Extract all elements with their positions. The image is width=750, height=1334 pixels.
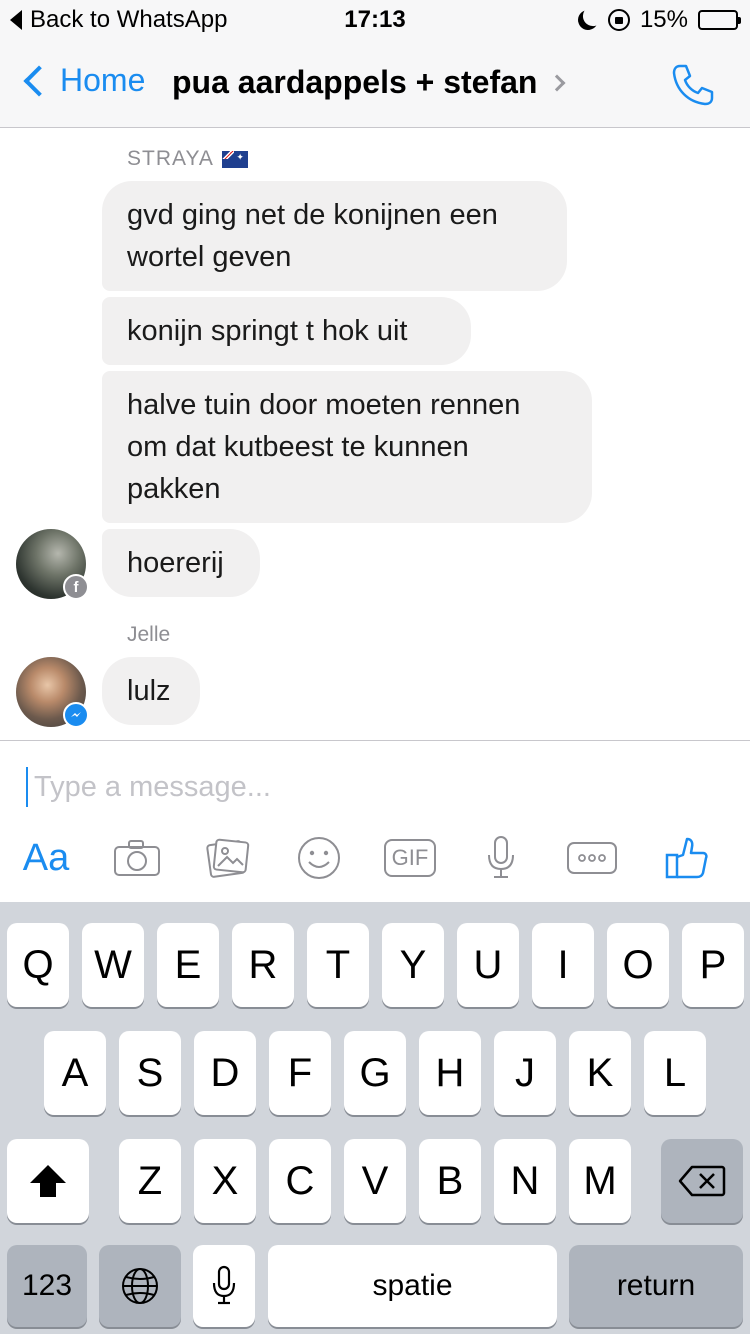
compose-area: Aa GIF bbox=[0, 740, 750, 902]
globe-icon bbox=[122, 1268, 158, 1304]
chevron-left-icon bbox=[23, 64, 55, 97]
sender-name: Jelle bbox=[127, 623, 171, 646]
message-bubble[interactable]: halve tuin door moeten rennen om dat kut… bbox=[102, 371, 592, 523]
backspace-key[interactable] bbox=[661, 1139, 743, 1223]
messenger-badge-icon bbox=[63, 702, 89, 728]
key-a[interactable]: A bbox=[44, 1031, 106, 1115]
shift-key[interactable] bbox=[7, 1139, 89, 1223]
key-d[interactable]: D bbox=[194, 1031, 256, 1115]
sender-name: STRAYA bbox=[127, 147, 248, 171]
key-v[interactable]: V bbox=[344, 1139, 406, 1223]
keyboard: Q W E R T Y U I O P A S D F G H J K L Z … bbox=[0, 902, 750, 1334]
message-bubble[interactable]: gvd ging net de konijnen een wortel geve… bbox=[102, 181, 567, 291]
compose-toolbar: Aa GIF bbox=[0, 833, 750, 883]
message-list[interactable]: STRAYA gvd ging net de konijnen een wort… bbox=[0, 129, 750, 740]
key-c[interactable]: C bbox=[269, 1139, 331, 1223]
key-q[interactable]: Q bbox=[7, 923, 69, 1007]
gif-label: GIF bbox=[383, 839, 437, 877]
dictation-key[interactable] bbox=[193, 1245, 255, 1327]
gif-button[interactable]: GIF bbox=[383, 833, 437, 883]
key-y[interactable]: Y bbox=[382, 923, 444, 1007]
key-z[interactable]: Z bbox=[119, 1139, 181, 1223]
chevron-right-icon bbox=[548, 74, 566, 91]
globe-key[interactable] bbox=[99, 1245, 181, 1327]
key-h[interactable]: H bbox=[419, 1031, 481, 1115]
key-w[interactable]: W bbox=[82, 923, 144, 1007]
status-indicators: 15% bbox=[575, 6, 741, 34]
battery-icon bbox=[698, 10, 741, 30]
home-back-button[interactable]: Home bbox=[16, 62, 145, 99]
status-bar: Back to WhatsApp 17:13 15% bbox=[0, 0, 750, 40]
shift-arrow-icon bbox=[30, 1165, 66, 1197]
key-n[interactable]: N bbox=[494, 1139, 556, 1223]
text-format-button[interactable]: Aa bbox=[18, 833, 74, 883]
nav-bar: Home pua aardappels + stefan bbox=[0, 40, 750, 128]
key-j[interactable]: J bbox=[494, 1031, 556, 1115]
message-input[interactable] bbox=[26, 767, 716, 807]
conversation-title[interactable]: pua aardappels + stefan bbox=[172, 64, 566, 101]
key-t[interactable]: T bbox=[307, 923, 369, 1007]
key-u[interactable]: U bbox=[457, 923, 519, 1007]
key-i[interactable]: I bbox=[532, 923, 594, 1007]
key-f[interactable]: F bbox=[269, 1031, 331, 1115]
messenger-bolt-icon bbox=[71, 712, 81, 717]
rotation-lock-icon bbox=[607, 9, 630, 31]
photo-gallery-icon[interactable] bbox=[205, 833, 251, 883]
microphone-icon bbox=[212, 1265, 236, 1305]
sender-name-text: STRAYA bbox=[127, 147, 214, 170]
thumbs-up-icon[interactable] bbox=[663, 833, 709, 883]
microphone-icon[interactable] bbox=[484, 833, 518, 883]
facebook-badge-icon: f bbox=[63, 574, 89, 600]
emoji-icon[interactable] bbox=[296, 833, 342, 883]
key-x[interactable]: X bbox=[194, 1139, 256, 1223]
backspace-icon bbox=[678, 1165, 726, 1197]
camera-icon[interactable] bbox=[113, 833, 161, 883]
do-not-disturb-icon bbox=[575, 7, 601, 33]
key-g[interactable]: G bbox=[344, 1031, 406, 1115]
conversation-title-text: pua aardappels + stefan bbox=[172, 64, 538, 100]
key-r[interactable]: R bbox=[232, 923, 294, 1007]
home-back-label: Home bbox=[60, 62, 146, 98]
phone-call-icon[interactable] bbox=[670, 62, 716, 108]
space-key[interactable]: spatie bbox=[268, 1245, 557, 1327]
key-m[interactable]: M bbox=[569, 1139, 631, 1223]
return-key[interactable]: return bbox=[569, 1245, 743, 1327]
battery-percent: 15% bbox=[639, 6, 688, 33]
key-b[interactable]: B bbox=[419, 1139, 481, 1223]
message-bubble[interactable]: konijn springt t hok uit bbox=[102, 297, 471, 365]
more-options-icon[interactable] bbox=[566, 833, 618, 883]
message-bubble[interactable]: hoererij bbox=[102, 529, 260, 597]
message-bubble[interactable]: lulz bbox=[102, 657, 200, 725]
key-k[interactable]: K bbox=[569, 1031, 631, 1115]
key-s[interactable]: S bbox=[119, 1031, 181, 1115]
key-o[interactable]: O bbox=[607, 923, 669, 1007]
key-p[interactable]: P bbox=[682, 923, 744, 1007]
australia-flag-icon bbox=[221, 150, 248, 168]
key-l[interactable]: L bbox=[644, 1031, 706, 1115]
key-e[interactable]: E bbox=[157, 923, 219, 1007]
numbers-key[interactable]: 123 bbox=[7, 1245, 87, 1327]
